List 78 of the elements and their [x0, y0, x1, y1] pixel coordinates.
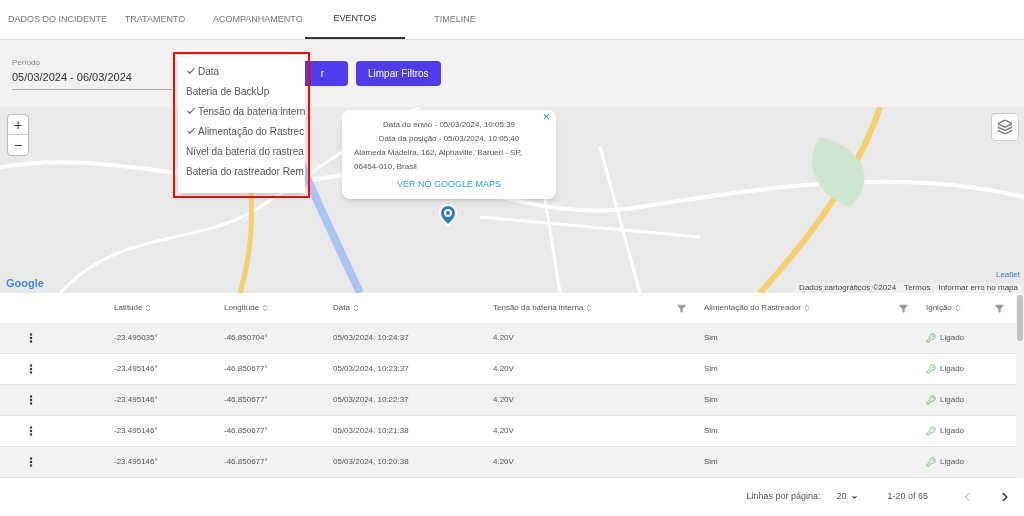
- column-header[interactable]: Data: [327, 302, 487, 314]
- key-icon: [926, 395, 936, 405]
- column-menu-item[interactable]: Nível da bateria do rastrea: [178, 141, 305, 161]
- table-cell-text: -23.495035°: [113, 332, 159, 344]
- report-error-link[interactable]: Informar erro no mapa: [938, 283, 1018, 293]
- layers-button[interactable]: [991, 113, 1019, 141]
- rows-per-page-label: Linhas por página:: [746, 490, 821, 504]
- tab[interactable]: ACOMPANHAMENTO: [205, 0, 305, 39]
- table-cell-text: -46.850677°: [223, 456, 269, 468]
- table-cell-text: 4.20V: [492, 456, 515, 468]
- clear-filters-button[interactable]: Limpar Filtros: [356, 61, 441, 86]
- column-menu-item[interactable]: Tensão da bateria intern: [178, 101, 305, 121]
- table-cell-text: -46.850704°: [223, 332, 269, 344]
- column-header[interactable]: Alimentação do Rastreador: [698, 302, 920, 314]
- column-header[interactable]: Latitude: [108, 302, 218, 314]
- table-cell-text: -23.495146°: [113, 394, 159, 406]
- table-cell: Ligado: [920, 363, 1016, 375]
- table-cell-text: -23.495146°: [113, 456, 159, 468]
- table-cell-text: 4.20V: [492, 332, 515, 344]
- terms-link[interactable]: Termos: [904, 283, 931, 293]
- popup-address: Alameda Madeira, 162, Alphaville, Barueri - SP, 06454-010, Brasil: [354, 147, 523, 173]
- table-cell: Ligado: [920, 332, 1016, 344]
- page-range: 1-20 of 65: [887, 490, 928, 504]
- key-icon: [926, 364, 936, 374]
- sort-icon: [261, 304, 270, 312]
- filter-icon[interactable]: [677, 303, 686, 313]
- key-icon: [926, 457, 936, 467]
- sort-icon: [802, 304, 811, 312]
- table-cell-text: Sim: [703, 425, 719, 437]
- table-cell-text: -46.850677°: [223, 363, 269, 375]
- table-cell: Ligado: [920, 394, 1016, 406]
- sort-icon: [351, 304, 360, 312]
- zoom-out-button[interactable]: −: [8, 135, 28, 155]
- rows-per-page-select[interactable]: 20: [836, 490, 860, 504]
- table-cell-text: 05/03/2024, 10:20:38: [332, 456, 410, 468]
- filter-icon[interactable]: [995, 303, 1004, 313]
- column-menu-item[interactable]: Bateria do rastreador Rem: [178, 161, 305, 181]
- zoom-in-button[interactable]: +: [8, 115, 28, 135]
- leaflet-link[interactable]: Leaflet: [995, 269, 1020, 281]
- popup-text: Data do envio - 05/03/2024, 10:05:39: [381, 119, 517, 131]
- table-cell-text: Sim: [703, 363, 719, 375]
- tab[interactable]: DADOS DO INCIDENTE: [0, 0, 105, 39]
- column-header[interactable]: Tensão da bateria interna: [487, 302, 698, 314]
- key-icon: [926, 333, 936, 343]
- sort-icon: [585, 304, 594, 312]
- column-header[interactable]: Ignição: [920, 302, 1016, 314]
- table-cell-text: 05/03/2024, 10:22:37: [332, 394, 410, 406]
- table-cell-text: 05/03/2024, 10:23:37: [332, 363, 410, 375]
- column-menu-item[interactable]: Alimentação do Rastrec: [178, 121, 305, 141]
- table-cell-text: -46.850677°: [223, 394, 269, 406]
- table-cell-text: -46.850677°: [223, 425, 269, 437]
- table-cell-text: 05/03/2024, 10:24:37: [332, 332, 410, 344]
- table-cell-text: Sim: [703, 456, 719, 468]
- column-menu-item[interactable]: Data: [178, 61, 305, 81]
- table-cell-text: 4.20V: [492, 394, 515, 406]
- tab[interactable]: TIMELINE: [405, 0, 505, 39]
- column-menu-item[interactable]: Bateria de BackUp: [178, 81, 305, 101]
- table-cell-text: Sim: [703, 394, 719, 406]
- popup-text: Data da posição - 05/03/2024, 10:05:40: [377, 133, 521, 145]
- table-cell-text: 4.20V: [492, 363, 515, 375]
- key-icon: [926, 426, 936, 436]
- map-data-credit: Dados cartográficos ©2024: [799, 283, 897, 293]
- column-header[interactable]: Longitude: [218, 302, 327, 314]
- table-cell-text: -23.495146°: [113, 425, 159, 437]
- table-cell-text: Sim: [703, 332, 719, 344]
- sort-icon: [953, 304, 962, 312]
- sort-icon: [144, 304, 153, 312]
- google-logo: Google: [6, 275, 44, 291]
- table-cell-text: -23.495146°: [113, 363, 159, 375]
- map-pin-icon: [436, 203, 460, 227]
- table-cell-text: 4.20V: [492, 425, 515, 437]
- period-field[interactable]: Período 05/03/2024 - 06/03/2024: [12, 56, 172, 91]
- filter-icon[interactable]: [899, 303, 908, 313]
- scrollbar-thumb[interactable]: [1017, 295, 1023, 341]
- layers-icon: [997, 119, 1013, 135]
- table-cell-text: 05/03/2024, 10:21:38: [332, 425, 410, 437]
- table-cell: Ligado: [920, 425, 1016, 437]
- table-cell: Ligado: [920, 456, 1016, 468]
